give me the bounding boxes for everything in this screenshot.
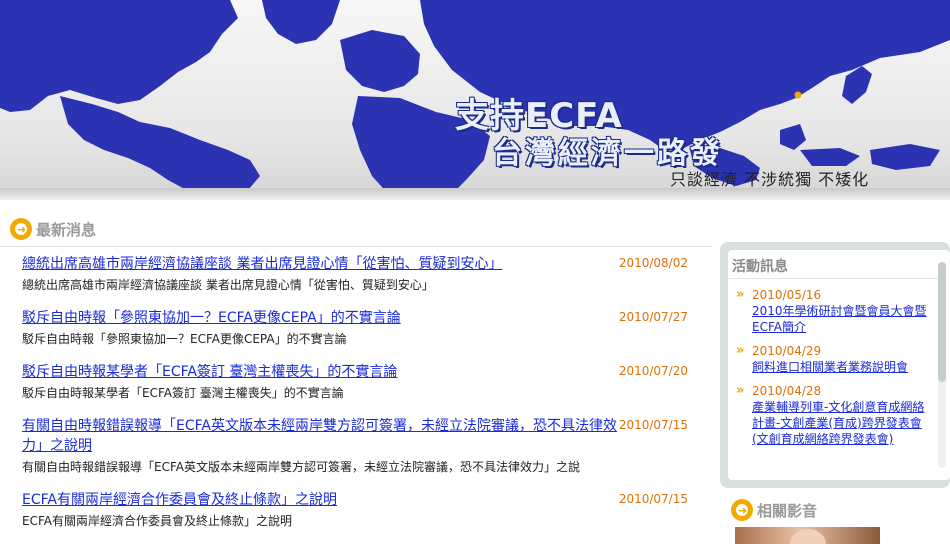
- news-header: ➜ 最新消息: [10, 218, 96, 240]
- news-item: 有關自由時報錯誤報導「ECFA英文版本未經兩岸雙方認可簽署，未經立法院審議，恐不…: [22, 416, 692, 476]
- event-title-link[interactable]: 飼料進口相關業者業務說明會: [752, 359, 932, 375]
- event-title-link[interactable]: 產業輔導列車-文化創意育成網絡計畫-文創產業(育成)跨界發表會(文創育成網絡跨界…: [752, 399, 932, 447]
- double-chevron-icon: »: [736, 287, 745, 302]
- video-thumbnail[interactable]: [735, 527, 880, 544]
- video-header-title: 相關影音: [757, 501, 818, 520]
- news-date: 2010/07/15: [618, 418, 688, 432]
- person-image: [790, 529, 826, 544]
- scrollbar-thumb[interactable]: [938, 262, 946, 382]
- event-item: » 2010/04/28 產業輔導列車-文化創意育成網絡計畫-文創產業(育成)跨…: [728, 383, 950, 447]
- event-date: 2010/04/29: [752, 344, 822, 358]
- event-item: » 2010/04/29 飼料進口相關業者業務說明會: [728, 343, 950, 375]
- news-title-link[interactable]: ECFA有關兩岸經濟合作委員會及終止條款」之說明: [22, 490, 620, 510]
- news-title-link[interactable]: 駁斥自由時報「參照東協加一？ECFA更像CEPA」的不實言論: [22, 308, 620, 328]
- event-title-link[interactable]: 2010年學術研討會暨會員大會暨ECFA簡介: [752, 303, 932, 335]
- event-item: » 2010/05/16 2010年學術研討會暨會員大會暨ECFA簡介: [728, 287, 950, 335]
- news-item: 駁斥自由時報「參照東協加一？ECFA更像CEPA」的不實言論 2010/07/2…: [22, 308, 692, 348]
- news-header-title: 最新消息: [36, 220, 97, 239]
- news-summary: 總統出席高雄市兩岸經濟協議座談 業者出席見證心情「從害怕、質疑到安心」: [22, 278, 434, 292]
- news-summary: 駁斥自由時報「參照東協加一？ECFA更像CEPA」的不實言論: [22, 332, 347, 346]
- news-date: 2010/07/27: [618, 310, 688, 324]
- news-date: 2010/08/02: [618, 256, 688, 270]
- arrow-right-icon: ➜: [731, 499, 753, 521]
- news-date: 2010/07/15: [618, 492, 688, 506]
- arrow-right-icon: ➜: [10, 218, 32, 240]
- banner-shadow: [0, 188, 950, 200]
- taiwan-marker: [794, 91, 802, 99]
- divider: [0, 246, 712, 247]
- events-header: 活動訊息: [728, 250, 942, 279]
- news-title-link[interactable]: 駁斥自由時報某學者「ECFA簽訂 臺灣主權喪失」的不實言論: [22, 362, 620, 382]
- news-item: 駁斥自由時報某學者「ECFA簽訂 臺灣主權喪失」的不實言論 2010/07/20…: [22, 362, 692, 402]
- event-date: 2010/05/16: [752, 288, 822, 302]
- double-chevron-icon: »: [736, 343, 745, 358]
- video-header: ➜ 相關影音: [731, 499, 817, 521]
- news-item: 總統出席高雄市兩岸經濟協議座談 業者出席見證心情「從害怕、質疑到安心」 2010…: [22, 254, 692, 294]
- news-summary: 有關自由時報錯誤報導「ECFA英文版本未經兩岸雙方認可簽署，未經立法院審議，恐不…: [22, 460, 580, 474]
- double-chevron-icon: »: [736, 383, 745, 398]
- events-panel: 活動訊息 » 2010/05/16 2010年學術研討會暨會員大會暨ECFA簡介…: [728, 250, 950, 480]
- banner: 支持ECFA 台灣經濟一路發 只談經濟 不涉統獨 不矮化: [0, 0, 950, 200]
- event-date: 2010/04/28: [752, 384, 822, 398]
- news-date: 2010/07/20: [618, 364, 688, 378]
- news-summary: 駁斥自由時報某學者「ECFA簽訂 臺灣主權喪失」的不實言論: [22, 386, 344, 400]
- banner-slogan: 只談經濟 不涉統獨 不矮化: [670, 170, 870, 189]
- news-title-link[interactable]: 總統出席高雄市兩岸經濟協議座談 業者出席見證心情「從害怕、質疑到安心」: [22, 254, 620, 274]
- events-scrollbar[interactable]: [938, 262, 946, 468]
- news-list: 總統出席高雄市兩岸經濟協議座談 業者出席見證心情「從害怕、質疑到安心」 2010…: [22, 254, 692, 544]
- news-item: ECFA有關兩岸經濟合作委員會及終止條款」之說明 2010/07/15 ECFA…: [22, 490, 692, 530]
- news-summary: ECFA有關兩岸經濟合作委員會及終止條款」之說明: [22, 514, 292, 528]
- news-title-link[interactable]: 有關自由時報錯誤報導「ECFA英文版本未經兩岸雙方認可簽署，未經立法院審議，恐不…: [22, 416, 620, 456]
